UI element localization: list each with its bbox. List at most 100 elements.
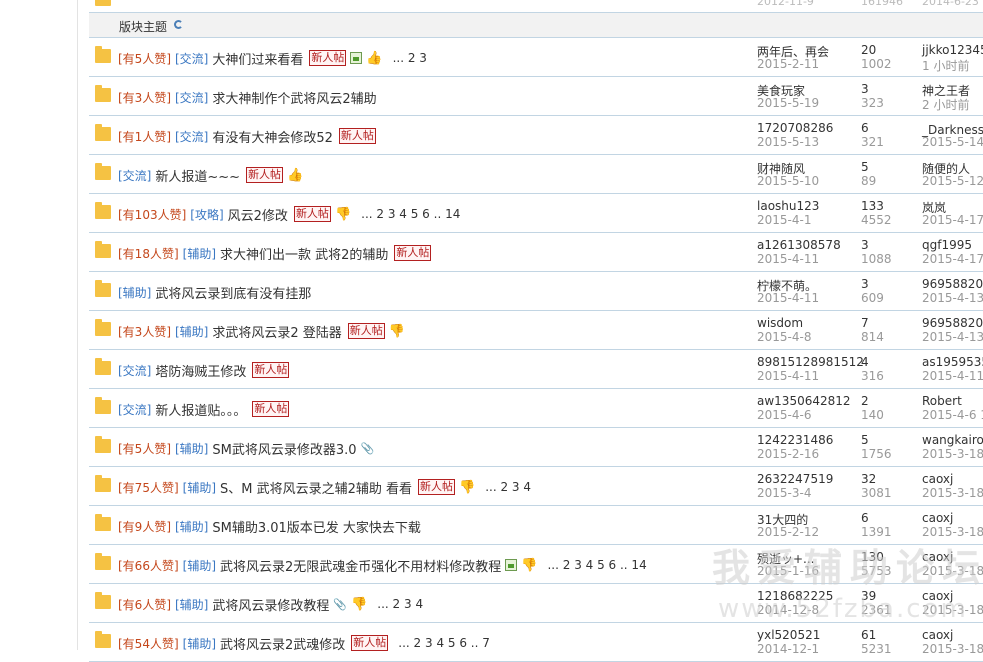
like-count[interactable]: [有103人赞] bbox=[118, 206, 186, 223]
thread-type[interactable]: [辅助] bbox=[183, 557, 216, 574]
reply-count[interactable]: 3 bbox=[861, 238, 869, 252]
author-name[interactable]: 89815128981512 bbox=[757, 355, 864, 369]
last-post-time[interactable]: 1 小时前 bbox=[922, 57, 969, 74]
last-post-time[interactable]: 2015-3-18 bbox=[922, 447, 983, 461]
author-name[interactable]: a1261308578 bbox=[757, 238, 841, 252]
author-name[interactable]: aw1350642812 bbox=[757, 394, 851, 408]
page-links[interactable]: ... 2 3 4 5 6 .. 7 bbox=[398, 636, 490, 650]
thread-title-link[interactable]: 风云2修改 bbox=[228, 205, 288, 224]
last-poster[interactable]: caoxj bbox=[922, 628, 953, 642]
last-poster[interactable]: 96958820 bbox=[922, 277, 983, 291]
last-post-time[interactable]: 2015-5-14 bbox=[922, 135, 983, 149]
reply-count[interactable]: 2 bbox=[861, 394, 869, 408]
thread-title-link[interactable]: 新人报道贴。。。 bbox=[155, 400, 246, 419]
thread-row[interactable]: [辅助] 武将风云录到底有没有挂那 柠檬不萌。 2015-4-11 3 609 969588… bbox=[89, 272, 983, 311]
reply-count[interactable]: 39 bbox=[861, 589, 876, 603]
like-count[interactable]: [有66人赞] bbox=[118, 557, 179, 574]
thread-row[interactable]: [交流] 新人报道~~~ 新人帖 👍 财神随风 2015-5-10 5 89 随便的人 2015-… bbox=[89, 155, 983, 194]
reply-count[interactable]: 7 bbox=[861, 316, 869, 330]
thread-title-link[interactable]: 武将风云录2无限武魂金币强化不用材料修改教程 bbox=[220, 556, 501, 575]
like-count[interactable]: [有18人赞] bbox=[118, 245, 179, 262]
last-poster[interactable]: caoxj bbox=[922, 511, 953, 525]
author-name[interactable]: 1720708286 bbox=[757, 121, 833, 135]
last-post-time[interactable]: 2015-5-12 bbox=[922, 174, 983, 188]
page-links[interactable]: ... 2 3 4 bbox=[377, 597, 423, 611]
like-count[interactable]: [有3人赞] bbox=[118, 323, 171, 340]
thread-type[interactable]: [辅助] bbox=[175, 440, 208, 457]
thread-row[interactable]: [有1人赞] [交流] 有没有大神会修改52 新人帖 1720708286 2015-5-… bbox=[89, 116, 983, 155]
page-links[interactable]: ... 2 3 4 bbox=[485, 480, 531, 494]
last-post-time[interactable]: 2015-3-18 bbox=[922, 486, 983, 500]
thread-row[interactable]: [有18人赞] [辅助] 求大神们出一款 武将2的辅助 新人帖 a1261308578 2… bbox=[89, 233, 983, 272]
like-count[interactable]: [有3人赞] bbox=[118, 89, 171, 106]
refresh-icon[interactable] bbox=[174, 20, 183, 29]
last-post-time[interactable]: 2015-4-11 bbox=[922, 369, 983, 383]
thread-row[interactable]: [有54人赞] [辅助] 武将风云录2武魂修改 新人帖... 2 3 4 5 6 ..… bbox=[89, 623, 983, 662]
last-poster[interactable]: caoxj bbox=[922, 472, 953, 486]
author-name[interactable]: wisdom bbox=[757, 316, 803, 330]
reply-count[interactable]: 133 bbox=[861, 199, 884, 213]
last-poster[interactable]: qgf1995 bbox=[922, 238, 972, 252]
thread-row[interactable]: [交流] 新人报道贴。。。 新人帖 aw1350642812 2015-4-6 2 140 R… bbox=[89, 389, 983, 428]
reply-count[interactable]: 5 bbox=[861, 433, 869, 447]
thread-row[interactable]: [有103人赞] [攻略] 风云2修改 新人帖 👎 ... 2 3 4 5 6 .. 14… bbox=[89, 194, 983, 233]
last-post-time[interactable]: 2015-3-18 bbox=[922, 564, 983, 578]
like-count[interactable]: [有75人赞] bbox=[118, 479, 179, 496]
thread-type[interactable]: [交流] bbox=[118, 401, 151, 418]
thread-title-link[interactable]: SM武将风云录修改器3.0 bbox=[212, 439, 356, 458]
thread-type[interactable]: [交流] bbox=[175, 50, 208, 67]
page-links[interactable]: ... 2 3 4 5 6 .. 14 bbox=[361, 207, 460, 221]
reply-count[interactable]: 32 bbox=[861, 472, 876, 486]
page-links[interactable]: ... 2 3 bbox=[393, 51, 427, 65]
thread-title-link[interactable]: 求大神制作个武将风云2辅助 bbox=[212, 88, 376, 107]
last-post-time[interactable]: 2015-4-17 bbox=[922, 213, 983, 227]
thread-title-link[interactable]: 大神们过来看看 bbox=[212, 49, 303, 68]
thread-type[interactable]: [交流] bbox=[118, 362, 151, 379]
last-poster[interactable]: caoxj bbox=[922, 550, 953, 564]
author-name[interactable]: 1242231486 bbox=[757, 433, 833, 447]
last-post-time[interactable]: 2015-3-18 bbox=[922, 525, 983, 539]
thread-row[interactable]: [有66人赞] [辅助] 武将风云录2无限武魂金币强化不用材料修改教程 👎 ... 2 … bbox=[89, 545, 983, 584]
thread-title-link[interactable]: 求武将风云录2 登陆器 bbox=[212, 322, 341, 341]
thread-type[interactable]: [辅助] bbox=[183, 479, 216, 496]
like-count[interactable]: [有54人赞] bbox=[118, 635, 179, 652]
thread-type[interactable]: [辅助] bbox=[183, 635, 216, 652]
reply-count[interactable]: 5 bbox=[861, 160, 869, 174]
author-name[interactable]: yxl520521 bbox=[757, 628, 820, 642]
page-links[interactable]: ... 2 3 4 5 6 .. 14 bbox=[547, 558, 646, 572]
reply-count[interactable]: 130 bbox=[861, 550, 884, 564]
thread-title-link[interactable]: S、M 武将风云录之辅2辅助 看看 bbox=[220, 478, 412, 497]
thread-row[interactable]: [有5人赞] [辅助] SM武将风云录修改器3.0 📎 1242231486 2015-2… bbox=[89, 428, 983, 467]
last-poster[interactable]: as1959535 bbox=[922, 355, 983, 369]
thread-title-link[interactable]: 新人报道~~~ bbox=[155, 166, 240, 185]
thread-type[interactable]: [辅助] bbox=[183, 245, 216, 262]
thread-type[interactable]: [辅助] bbox=[175, 323, 208, 340]
thread-title-link[interactable]: 武将风云录到底有没有挂那 bbox=[155, 283, 311, 302]
like-count[interactable]: [有5人赞] bbox=[118, 440, 171, 457]
thread-type[interactable]: [辅助] bbox=[118, 284, 151, 301]
last-post-time[interactable]: 2015-4-13 bbox=[922, 291, 983, 305]
reply-count[interactable]: 20 bbox=[861, 43, 876, 57]
last-post-time[interactable]: 2015-4-6 1 bbox=[922, 408, 983, 422]
thread-row[interactable]: [有6人赞] [辅助] 武将风云录修改教程 📎 👎 ... 2 3 4 1218682225… bbox=[89, 584, 983, 623]
like-count[interactable]: [有5人赞] bbox=[118, 50, 171, 67]
thread-row[interactable]: [有75人赞] [辅助] S、M 武将风云录之辅2辅助 看看 新人帖 👎 ... 2 3 … bbox=[89, 467, 983, 506]
last-poster[interactable]: jjkko123456 bbox=[922, 43, 983, 57]
last-post-time[interactable]: 2015-4-13 bbox=[922, 330, 983, 344]
last-poster[interactable]: 96958820 bbox=[922, 316, 983, 330]
last-post-time[interactable]: 2015-3-18 bbox=[922, 603, 983, 617]
last-post-time[interactable]: 2015-3-18 bbox=[922, 642, 983, 656]
author-name[interactable]: laoshu123 bbox=[757, 199, 819, 213]
thread-title-link[interactable]: 塔防海贼王修改 bbox=[155, 361, 246, 380]
reply-count[interactable]: 61 bbox=[861, 628, 876, 642]
reply-count[interactable]: 3 bbox=[861, 277, 869, 291]
like-count[interactable]: [有9人赞] bbox=[118, 518, 171, 535]
thread-title-link[interactable]: 武将风云录修改教程 bbox=[212, 595, 329, 614]
thread-type[interactable]: [辅助] bbox=[175, 518, 208, 535]
last-poster[interactable]: Robert bbox=[922, 394, 962, 408]
thread-title-link[interactable]: 求大神们出一款 武将2的辅助 bbox=[220, 244, 388, 263]
thread-row[interactable]: [交流] 塔防海贼王修改 新人帖 89815128981512 2015-4-11 4 31… bbox=[89, 350, 983, 389]
thread-type[interactable]: [交流] bbox=[118, 167, 151, 184]
thread-row[interactable]: [有9人赞] [辅助] SM辅助3.01版本已发 大家快去下载 31大四的 2015-2… bbox=[89, 506, 983, 545]
last-poster[interactable]: wangkairon bbox=[922, 433, 983, 447]
